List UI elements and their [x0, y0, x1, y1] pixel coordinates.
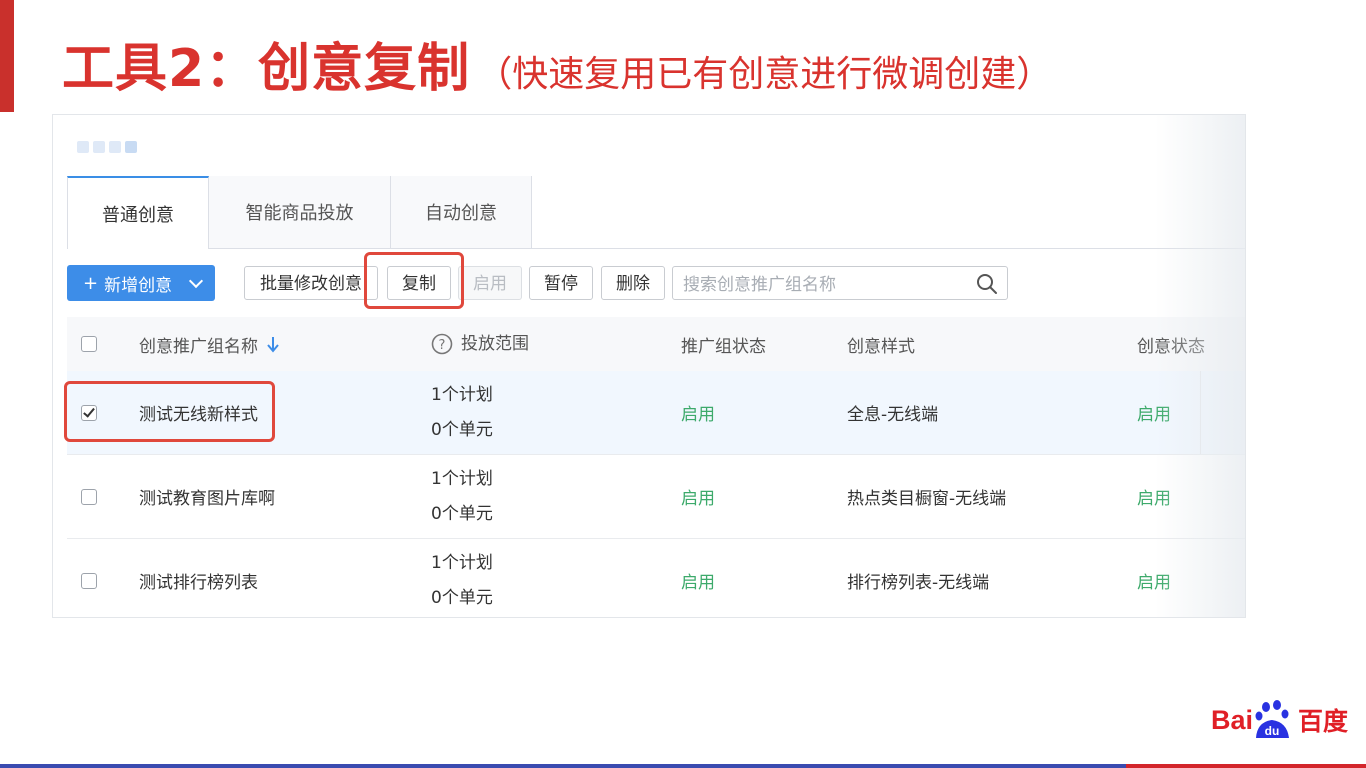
enable-button[interactable]: 启用: [458, 266, 522, 300]
svg-text:?: ?: [439, 338, 446, 353]
row-plans: 1个计划: [431, 468, 493, 489]
help-icon[interactable]: ?: [431, 333, 453, 355]
search-input[interactable]: [681, 272, 965, 298]
column-header-range: 投放范围: [461, 333, 529, 354]
chevron-down-icon[interactable]: [188, 273, 204, 289]
creative-table: 创意推广组名称 ? 投放范围 推广组状态 创意样式 创意状态 测试无线新样式 1…: [67, 317, 1245, 617]
row-style: 热点类目橱窗-无线端: [847, 489, 1007, 509]
copy-button-highlight: [364, 252, 464, 309]
baidu-logo: Bai du 百度: [1211, 700, 1348, 740]
row-name[interactable]: 测试排行榜列表: [139, 568, 258, 593]
row-checkbox[interactable]: [81, 572, 97, 589]
row-creative-status: 启用: [1137, 573, 1171, 593]
tab-regular-creative[interactable]: 普通创意: [67, 176, 209, 249]
delete-button[interactable]: 删除: [601, 266, 665, 300]
sort-down-icon[interactable]: [266, 335, 280, 353]
logo-chinese: 百度: [1297, 707, 1348, 736]
add-creative-label: 新增创意: [104, 275, 173, 296]
table-header: 创意推广组名称 ? 投放范围 推广组状态 创意样式 创意状态: [67, 317, 1245, 371]
add-creative-button[interactable]: + 新增创意: [67, 265, 215, 301]
tab-smart-product[interactable]: 智能商品投放: [209, 176, 391, 248]
row-style: 全息-无线端: [847, 405, 939, 425]
slide-title-sub: （快速复用已有创意进行微调创建）: [476, 54, 1053, 95]
accent-bar: [0, 0, 14, 112]
toolbar: + 新增创意 批量修改创意 复制 启用 暂停 删除: [67, 265, 1067, 301]
row-units: 0个单元: [431, 419, 493, 440]
table-row[interactable]: 测试排行榜列表 1个计划 0个单元 启用 排行榜列表-无线端 启用: [67, 539, 1245, 617]
row-plans: 1个计划: [431, 384, 493, 405]
search-icon[interactable]: [975, 272, 999, 296]
row-units: 0个单元: [431, 503, 493, 524]
batch-edit-button[interactable]: 批量修改创意: [244, 266, 378, 300]
row-creative-status: 启用: [1137, 405, 1171, 425]
column-header-name: 创意推广组名称: [139, 336, 258, 357]
slide-title-main: 工具2：创意复制: [62, 39, 471, 99]
logo-latin: Bai: [1210, 704, 1253, 735]
row-plans: 1个计划: [431, 552, 493, 573]
screenshot-panel: 普通创意 智能商品投放 自动创意 + 新增创意 批量修改创意 复制 启用 暂停 …: [52, 114, 1246, 618]
column-header-style: 创意样式: [847, 336, 915, 357]
column-header-group-status: 推广组状态: [681, 336, 766, 357]
paw-icon: du: [1253, 700, 1297, 740]
select-all-checkbox[interactable]: [81, 336, 97, 352]
bottom-accent-line: [0, 764, 1366, 768]
pause-button[interactable]: 暂停: [529, 266, 593, 300]
row-group-status: 启用: [681, 573, 715, 593]
tab-bar: 普通创意 智能商品投放 自动创意: [67, 176, 1245, 249]
logo-du: du: [1265, 724, 1280, 738]
table-row[interactable]: 测试教育图片库啊 1个计划 0个单元 启用 热点类目橱窗-无线端 启用: [67, 455, 1245, 539]
row-group-status: 启用: [681, 405, 715, 425]
slide-title: 工具2：创意复制 （快速复用已有创意进行微调创建）: [62, 26, 1052, 101]
breadcrumb: [77, 141, 137, 153]
row-group-status: 启用: [681, 489, 715, 509]
row-name[interactable]: 测试教育图片库啊: [139, 484, 275, 509]
row-units: 0个单元: [431, 587, 493, 608]
tab-auto-creative[interactable]: 自动创意: [391, 176, 532, 248]
plus-icon: +: [83, 272, 99, 294]
row-creative-status: 启用: [1137, 489, 1171, 509]
row-style: 排行榜列表-无线端: [847, 573, 990, 593]
selected-row-highlight: [64, 381, 275, 442]
search-box: [672, 266, 1008, 300]
column-divider: [1200, 371, 1201, 454]
column-header-creative-status: 创意状态: [1137, 336, 1205, 357]
row-checkbox[interactable]: [81, 488, 97, 505]
